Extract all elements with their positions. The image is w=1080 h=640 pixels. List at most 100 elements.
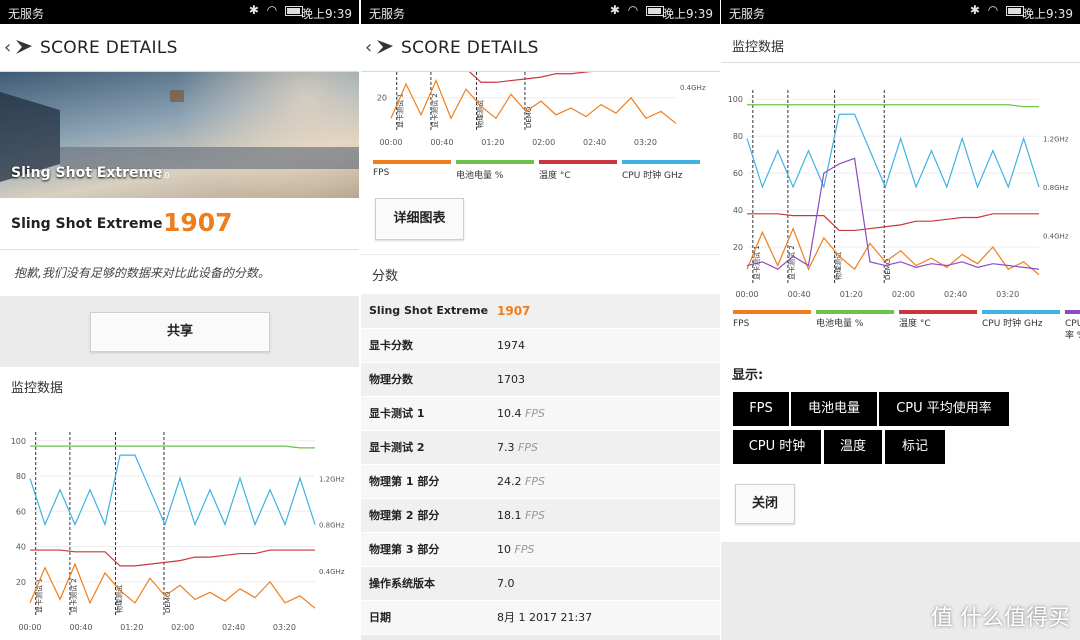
legend-label: 电池电量 % <box>816 319 864 329</box>
score-row: Sling Shot Extreme 1907 <box>361 294 720 329</box>
x-tick-label: 02:40 <box>944 290 967 299</box>
status-icons: ✱ ◠ <box>249 3 303 17</box>
series-line-3 <box>746 113 1040 189</box>
toggle-button[interactable]: 标记 <box>885 430 945 464</box>
score-row-label: 操作系统版本 <box>361 566 489 601</box>
app-bar: ‹ SCORE DETAILS <box>361 24 720 72</box>
score-row-number: 10.4 <box>497 406 522 420</box>
x-tick-label: 03:20 <box>996 290 1019 299</box>
x-tick-label: 03:20 <box>634 138 657 147</box>
x-tick-label: 00:40 <box>430 138 453 147</box>
status-bar: 无服务 ✱ ◠ 晚上9:39 <box>721 0 1080 24</box>
score-section-header: 分数 <box>361 255 720 294</box>
toggle-button[interactable]: CPU 时钟 <box>733 430 821 464</box>
3dmark-logo-icon <box>377 40 393 54</box>
y2-tick-label: 0.4GHz <box>1043 233 1069 241</box>
legend-swatch <box>539 160 617 164</box>
y-tick-label: 80 <box>16 472 26 481</box>
x-tick-label: 02:00 <box>171 623 194 632</box>
score-value: 1907 <box>163 208 233 237</box>
legend-swatch <box>899 310 977 314</box>
score-label: Sling Shot Extreme <box>11 216 163 232</box>
y-tick-label: 20 <box>733 243 743 252</box>
score-row-label: 物理第 2 部分 <box>361 498 489 533</box>
watermark: 值 什么值得买 <box>931 606 1070 631</box>
score-row-unit: FPS <box>514 542 535 556</box>
comparison-message-text: 抱歉,我们没有足够的数据来对比此设备的分数。 <box>14 266 270 280</box>
x-tick-label: 00:00 <box>18 623 41 632</box>
comparison-message: 抱歉,我们没有足够的数据来对比此设备的分数。 <box>0 250 359 296</box>
page-title: SCORE DETAILS <box>401 38 539 58</box>
score-row-value: 24.2 FPS <box>489 464 720 499</box>
panel-detail-chart: 无服务 ✱ ◠ 晚上9:39 监控数据 20 40 60 80 100 0.4GHz 0.8… <box>721 0 1080 640</box>
score-table: Sling Shot Extreme 1907 显卡分数 1974 物理分数 1… <box>361 294 720 635</box>
close-button[interactable]: 关闭 <box>735 484 795 524</box>
carrier-text: 无服务 <box>369 7 406 21</box>
legend-swatch <box>456 160 534 164</box>
score-row: 物理第 1 部分 24.2 FPS <box>361 464 720 499</box>
y2-tick-label: 0.4GHz <box>680 84 706 92</box>
score-row-number: 1703 <box>497 372 525 386</box>
benchmark-banner: Sling Shot Extreme 1.0 <box>0 72 359 198</box>
overall-score-row: Sling Shot Extreme 1907 <box>0 198 359 250</box>
score-row: 物理第 2 部分 18.1 FPS <box>361 498 720 533</box>
x-tick-label: 02:00 <box>892 290 915 299</box>
score-row: 物理第 3 部分 10 FPS <box>361 532 720 567</box>
monitor-chart: 20 40 60 80 100 0.4GHz 0.8GHz 1.2GHz 00:00 00:40 0… <box>11 432 345 632</box>
marker-label: 显卡测试 2 <box>787 245 796 280</box>
show-label: 显示: <box>732 368 764 383</box>
x-tick-label: 02:00 <box>532 138 555 147</box>
score-row-unit: FPS <box>525 406 545 420</box>
toggle-button[interactable]: 电池电量 <box>791 392 877 426</box>
score-row-label: 显卡测试 2 <box>361 430 489 465</box>
score-row-label: 日期 <box>361 600 489 635</box>
banner-ship <box>170 90 184 102</box>
back-icon[interactable]: ‹ <box>365 37 372 58</box>
legend-swatch <box>373 160 451 164</box>
y2-tick-label: 1.2GHz <box>1043 136 1069 144</box>
toggle-button[interactable]: 温度 <box>824 430 882 464</box>
score-row-label: Sling Shot Extreme <box>361 294 489 329</box>
status-icons: ✱ ◠ <box>610 3 664 17</box>
x-tick-label: 01:20 <box>840 290 863 299</box>
toggle-button[interactable]: CPU 平均使用率 <box>879 392 1009 426</box>
x-tick-label: 01:20 <box>481 138 504 147</box>
x-tick-label: 00:00 <box>735 290 758 299</box>
share-button[interactable]: 共享 <box>90 312 270 352</box>
score-row-unit: FPS <box>525 474 545 488</box>
legend-label: CPU 时钟 GHz <box>622 171 683 181</box>
score-section-title: 分数 <box>372 269 399 284</box>
carrier-text: 无服务 <box>729 7 766 21</box>
score-row-unit: FPS <box>525 508 545 522</box>
legend-swatch <box>816 310 894 314</box>
chart-legend: FPS 电池电量 % 温度 °C CPU 时钟 GHz CPU 平均使用率 % <box>733 310 1080 342</box>
toggle-button[interactable]: FPS <box>733 392 789 426</box>
x-tick-label: 00:00 <box>379 138 402 147</box>
score-row: 显卡测试 1 10.4 FPS <box>361 396 720 431</box>
marker-label: 显卡测试 2 <box>430 93 439 128</box>
score-row-value: 7.0 <box>489 566 720 601</box>
detail-chart-button[interactable]: 详细图表 <box>375 198 464 240</box>
score-row: 日期 8月 1 2017 21:37 <box>361 600 720 635</box>
score-row-value: 8月 1 2017 21:37 <box>489 600 720 635</box>
legend-label: 温度 °C <box>899 319 931 329</box>
clock-text: 晚上9:39 <box>301 7 352 21</box>
back-icon[interactable]: ‹ <box>4 37 11 58</box>
score-row-number: 24.2 <box>497 474 522 488</box>
x-tick-label: 00:40 <box>69 623 92 632</box>
y2-tick-label: 1.2GHz <box>319 475 345 483</box>
monitor-title: 监控数据 <box>11 381 64 396</box>
series-line-3 <box>29 454 316 527</box>
score-row-value: 1703 <box>489 362 720 397</box>
detail-chart-dialog: 监控数据 20 40 60 80 100 0.4GHz 0.8GHz 1.2GHz 00:00 0… <box>721 24 1080 542</box>
panel-score-table: 无服务 ✱ ◠ 晚上9:39 ‹ SCORE DETAILS 204060801… <box>361 0 720 640</box>
3dmark-logo-icon <box>16 40 32 54</box>
x-tick-label: 02:40 <box>222 623 245 632</box>
legend-label: FPS <box>733 319 750 329</box>
score-row-number: 7.3 <box>497 440 515 454</box>
divider <box>721 62 1080 63</box>
carrier-text: 无服务 <box>8 7 45 21</box>
score-row-label: 物理第 1 部分 <box>361 464 489 499</box>
score-row: 显卡分数 1974 <box>361 328 720 363</box>
dialog-title: 监控数据 <box>732 40 785 55</box>
